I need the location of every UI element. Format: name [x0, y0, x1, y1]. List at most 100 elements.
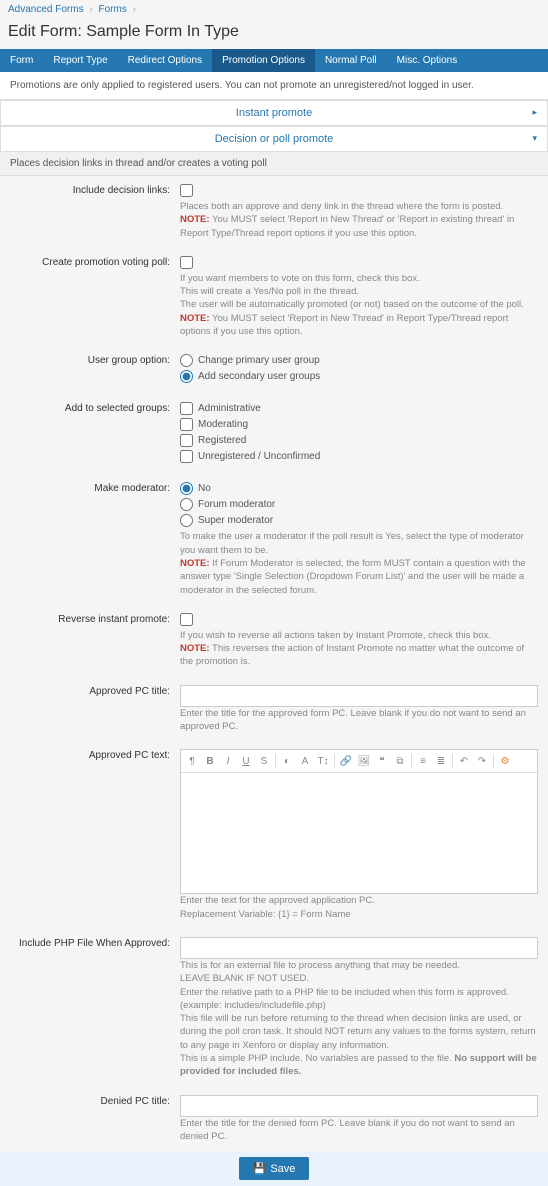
breadcrumb-advanced-forms[interactable]: Advanced Forms — [8, 4, 84, 15]
radio-mod-super[interactable] — [180, 514, 193, 527]
checkbox-administrative[interactable] — [180, 402, 193, 415]
section-header: Places decision links in thread and/or c… — [0, 152, 548, 176]
image-icon[interactable]: 🖼 — [357, 756, 371, 767]
help-text: Enter the relative path to a PHP file to… — [180, 986, 538, 1013]
label-usergroup: User group option: — [10, 354, 180, 386]
save-label: Save — [270, 1163, 295, 1175]
tab-misc[interactable]: Misc. Options — [387, 49, 468, 72]
row-usergroup-option: User group option: Change primary user g… — [0, 346, 548, 394]
label-approved-pc-text: Approved PC text: — [10, 749, 180, 921]
tab-form[interactable]: Form — [0, 49, 43, 72]
save-button[interactable]: 💾 Save — [239, 1157, 310, 1180]
row-reverse-promote: Reverse instant promote: If you wish to … — [0, 605, 548, 677]
redo-icon[interactable]: ↷ — [475, 756, 489, 767]
input-php-file[interactable] — [180, 937, 538, 959]
align-icon[interactable]: ≣ — [434, 756, 448, 767]
option-label: Super moderator — [198, 515, 273, 526]
rich-text-editor: ¶ B I U S ◐ A T↕ 🔗 🖼 ❝ ⧉ ≡ ≣ ↶ ↷ — [180, 749, 538, 894]
checkbox-decision-links[interactable] — [180, 184, 193, 197]
caret-down-icon: ▾ — [532, 133, 537, 144]
input-approved-pc-title[interactable] — [180, 685, 538, 707]
tabs: Form Report Type Redirect Options Promot… — [0, 49, 548, 72]
option-label: No — [198, 483, 211, 494]
code-icon[interactable]: ⧉ — [393, 756, 407, 767]
accordion-label: Instant promote — [236, 107, 312, 119]
gear-icon[interactable]: ⚙ — [498, 756, 512, 767]
list-icon[interactable]: ≡ — [416, 756, 430, 767]
help-text: If you wish to reverse all actions taken… — [180, 629, 538, 642]
option-label: Administrative — [198, 403, 261, 414]
accordion-decision-poll[interactable]: Decision or poll promote ▾ — [0, 126, 548, 152]
info-bar: Promotions are only applied to registere… — [0, 72, 548, 100]
row-make-moderator: Make moderator: No Forum moderator Super… — [0, 474, 548, 604]
checkbox-moderating[interactable] — [180, 418, 193, 431]
row-decision-links: Include decision links: Places both an a… — [0, 176, 548, 248]
help-text: LEAVE BLANK IF NOT USED. — [180, 972, 538, 985]
help-text: Enter the title for the approved form PC… — [180, 707, 538, 734]
chevron-right-icon: › — [133, 4, 136, 15]
help-text: NOTE: If Forum Moderator is selected, th… — [180, 557, 538, 597]
help-text: The user will be automatically promoted … — [180, 298, 538, 311]
label-approved-pc-title: Approved PC title: — [10, 685, 180, 734]
underline-icon[interactable]: U — [239, 756, 253, 767]
radio-mod-forum[interactable] — [180, 498, 193, 511]
help-text: If you want members to vote on this form… — [180, 272, 538, 285]
input-denied-pc-title[interactable] — [180, 1095, 538, 1117]
label-denied-pc-title: Denied PC title: — [10, 1095, 180, 1144]
size-icon[interactable]: T↕ — [316, 756, 330, 767]
rte-body[interactable] — [181, 773, 537, 893]
breadcrumb-forms[interactable]: Forms — [99, 4, 127, 15]
label-add-groups: Add to selected groups: — [10, 402, 180, 466]
undo-icon[interactable]: ↶ — [457, 756, 471, 767]
label-make-moderator: Make moderator: — [10, 482, 180, 596]
option-label: Add secondary user groups — [198, 371, 320, 382]
option-label: Change primary user group — [198, 355, 320, 366]
help-text: To make the user a moderator if the poll… — [180, 530, 538, 557]
radio-add-secondary[interactable] — [180, 370, 193, 383]
help-text: Places both an approve and deny link in … — [180, 200, 538, 213]
row-php-file: Include PHP File When Approved: This is … — [0, 929, 548, 1087]
radio-mod-no[interactable] — [180, 482, 193, 495]
checkbox-voting-poll[interactable] — [180, 256, 193, 269]
tab-normal-poll[interactable]: Normal Poll — [315, 49, 387, 72]
option-label: Registered — [198, 435, 246, 446]
tab-promotion[interactable]: Promotion Options — [212, 49, 315, 72]
italic-icon[interactable]: I — [221, 756, 235, 767]
label-php-file: Include PHP File When Approved: — [10, 937, 180, 1079]
paragraph-icon[interactable]: ¶ — [185, 756, 199, 767]
chevron-right-icon: › — [89, 4, 92, 15]
option-label: Moderating — [198, 419, 248, 430]
color-icon[interactable]: ◐ — [280, 756, 294, 767]
help-text: This file will be run before returning t… — [180, 1012, 538, 1052]
tab-redirect[interactable]: Redirect Options — [118, 49, 212, 72]
checkbox-unregistered[interactable] — [180, 450, 193, 463]
breadcrumb: Advanced Forms › Forms › — [0, 0, 548, 19]
row-voting-poll: Create promotion voting poll: If you wan… — [0, 248, 548, 346]
help-text: This is a simple PHP include. No variabl… — [180, 1052, 538, 1079]
help-text: Replacement Variable: {1} = Form Name — [180, 908, 538, 921]
accordion-instant-promote[interactable]: Instant promote ▸ — [0, 100, 548, 126]
checkbox-reverse-promote[interactable] — [180, 613, 193, 626]
row-add-groups: Add to selected groups: Administrative M… — [0, 394, 548, 474]
caret-right-icon: ▸ — [532, 107, 537, 118]
accordion-label: Decision or poll promote — [215, 133, 334, 145]
help-text: Enter the title for the denied form PC. … — [180, 1117, 538, 1144]
row-approved-pc-text: Approved PC text: ¶ B I U S ◐ A T↕ 🔗 🖼 ❝… — [0, 741, 548, 929]
option-label: Unregistered / Unconfirmed — [198, 451, 320, 462]
help-text: NOTE: This reverses the action of Instan… — [180, 642, 538, 669]
option-label: Forum moderator — [198, 499, 275, 510]
page-title: Edit Form: Sample Form In Type — [0, 19, 548, 49]
link-icon[interactable]: 🔗 — [339, 756, 353, 767]
bold-icon[interactable]: B — [203, 756, 217, 767]
quote-icon[interactable]: ❝ — [375, 756, 389, 767]
rte-toolbar: ¶ B I U S ◐ A T↕ 🔗 🖼 ❝ ⧉ ≡ ≣ ↶ ↷ — [181, 750, 537, 773]
strike-icon[interactable]: S — [257, 756, 271, 767]
font-icon[interactable]: A — [298, 756, 312, 767]
tab-report-type[interactable]: Report Type — [43, 49, 117, 72]
row-denied-pc-title: Denied PC title: Enter the title for the… — [0, 1087, 548, 1152]
radio-change-primary[interactable] — [180, 354, 193, 367]
label-reverse-promote: Reverse instant promote: — [10, 613, 180, 669]
checkbox-registered[interactable] — [180, 434, 193, 447]
save-bar: 💾 Save — [0, 1151, 548, 1186]
help-text: NOTE: You MUST select 'Report in New Thr… — [180, 312, 538, 339]
